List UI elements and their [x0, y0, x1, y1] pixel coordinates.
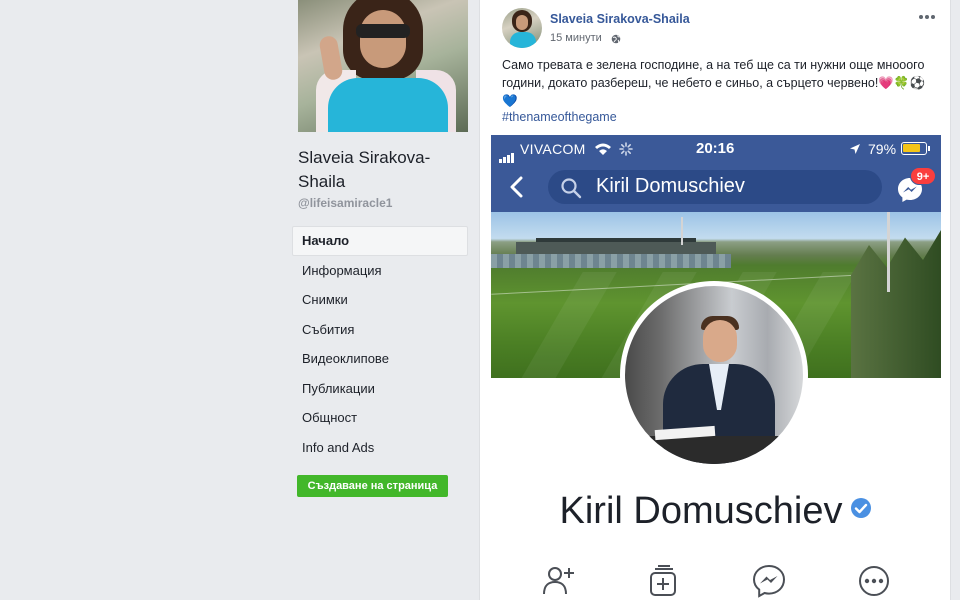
wifi-icon	[595, 143, 611, 155]
post-timestamp[interactable]: 15 минути	[550, 32, 602, 44]
page-nav-info-ads[interactable]: Info and Ads	[292, 433, 468, 463]
back-arrow-icon[interactable]	[509, 176, 525, 198]
page-username[interactable]: @lifeisamiracle1	[298, 196, 392, 210]
location-arrow-icon	[850, 144, 860, 154]
more-icon[interactable]	[918, 10, 936, 24]
facebook-app-header: Kiril Domuschiev 9+	[491, 164, 941, 212]
post-hashtag-link[interactable]: #thenameofthegame	[502, 110, 617, 124]
page-title[interactable]: Slaveia Sirakova-Shaila	[298, 146, 468, 194]
activity-spinner-icon	[619, 142, 633, 156]
post-message: Само тревата е зелена господине, а на те…	[502, 58, 926, 108]
search-icon	[561, 178, 582, 199]
add-friend-icon[interactable]	[541, 563, 577, 599]
profile-action-row	[491, 563, 941, 600]
add-to-list-icon[interactable]	[646, 563, 682, 599]
page-nav-about[interactable]: Информация	[292, 256, 468, 286]
post-card: Slaveia Sirakova-Shaila 15 минути Само т…	[479, 0, 951, 600]
carrier-name: VIVACOM	[520, 141, 586, 157]
globe-icon[interactable]	[611, 34, 621, 44]
page-nav-posts[interactable]: Публикации	[292, 374, 468, 404]
page-nav-home[interactable]: Начало	[292, 226, 468, 256]
page-nav-events[interactable]: Събития	[292, 315, 468, 345]
page-nav-photos[interactable]: Снимки	[292, 285, 468, 315]
author-avatar[interactable]	[502, 8, 542, 48]
battery-icon	[901, 142, 930, 155]
post-author-link[interactable]: Slaveia Sirakova-Shaila	[550, 12, 690, 26]
search-query: Kiril Domuschiev	[596, 175, 745, 197]
signal-icon	[499, 145, 515, 163]
create-page-button[interactable]: Създаване на страница	[297, 475, 448, 497]
page-nav-community[interactable]: Общност	[292, 403, 468, 433]
page-nav-menu: Начало Информация Снимки Събития Видеокл…	[292, 226, 468, 462]
search-bar[interactable]: Kiril Domuschiev	[548, 170, 882, 204]
post-header: Slaveia Sirakova-Shaila 15 минути	[502, 8, 942, 48]
more-options-icon[interactable]	[856, 563, 892, 599]
page-profile-picture[interactable]	[298, 0, 468, 132]
verified-badge-icon	[851, 498, 872, 518]
phone-status-bar: VIVACOM 20:16 79%	[491, 135, 941, 164]
page-nav-videos[interactable]: Видеоклипове	[292, 344, 468, 374]
phone-clock: 20:16	[696, 140, 735, 157]
profile-name: Kiril Domuschiev	[491, 490, 941, 533]
notification-badge: 9+	[910, 167, 936, 185]
messenger-icon[interactable]	[751, 563, 787, 599]
post-attached-image[interactable]: VIVACOM 20:16 79% Kiril Domuschiev 9+ Ki…	[491, 135, 941, 600]
profile-photo[interactable]	[620, 281, 808, 469]
battery-percent: 79%	[868, 141, 897, 157]
page-sidebar: Slaveia Sirakova-Shaila @lifeisamiracle1…	[290, 0, 470, 600]
profile-name-text: Kiril Domuschiev	[559, 490, 843, 532]
